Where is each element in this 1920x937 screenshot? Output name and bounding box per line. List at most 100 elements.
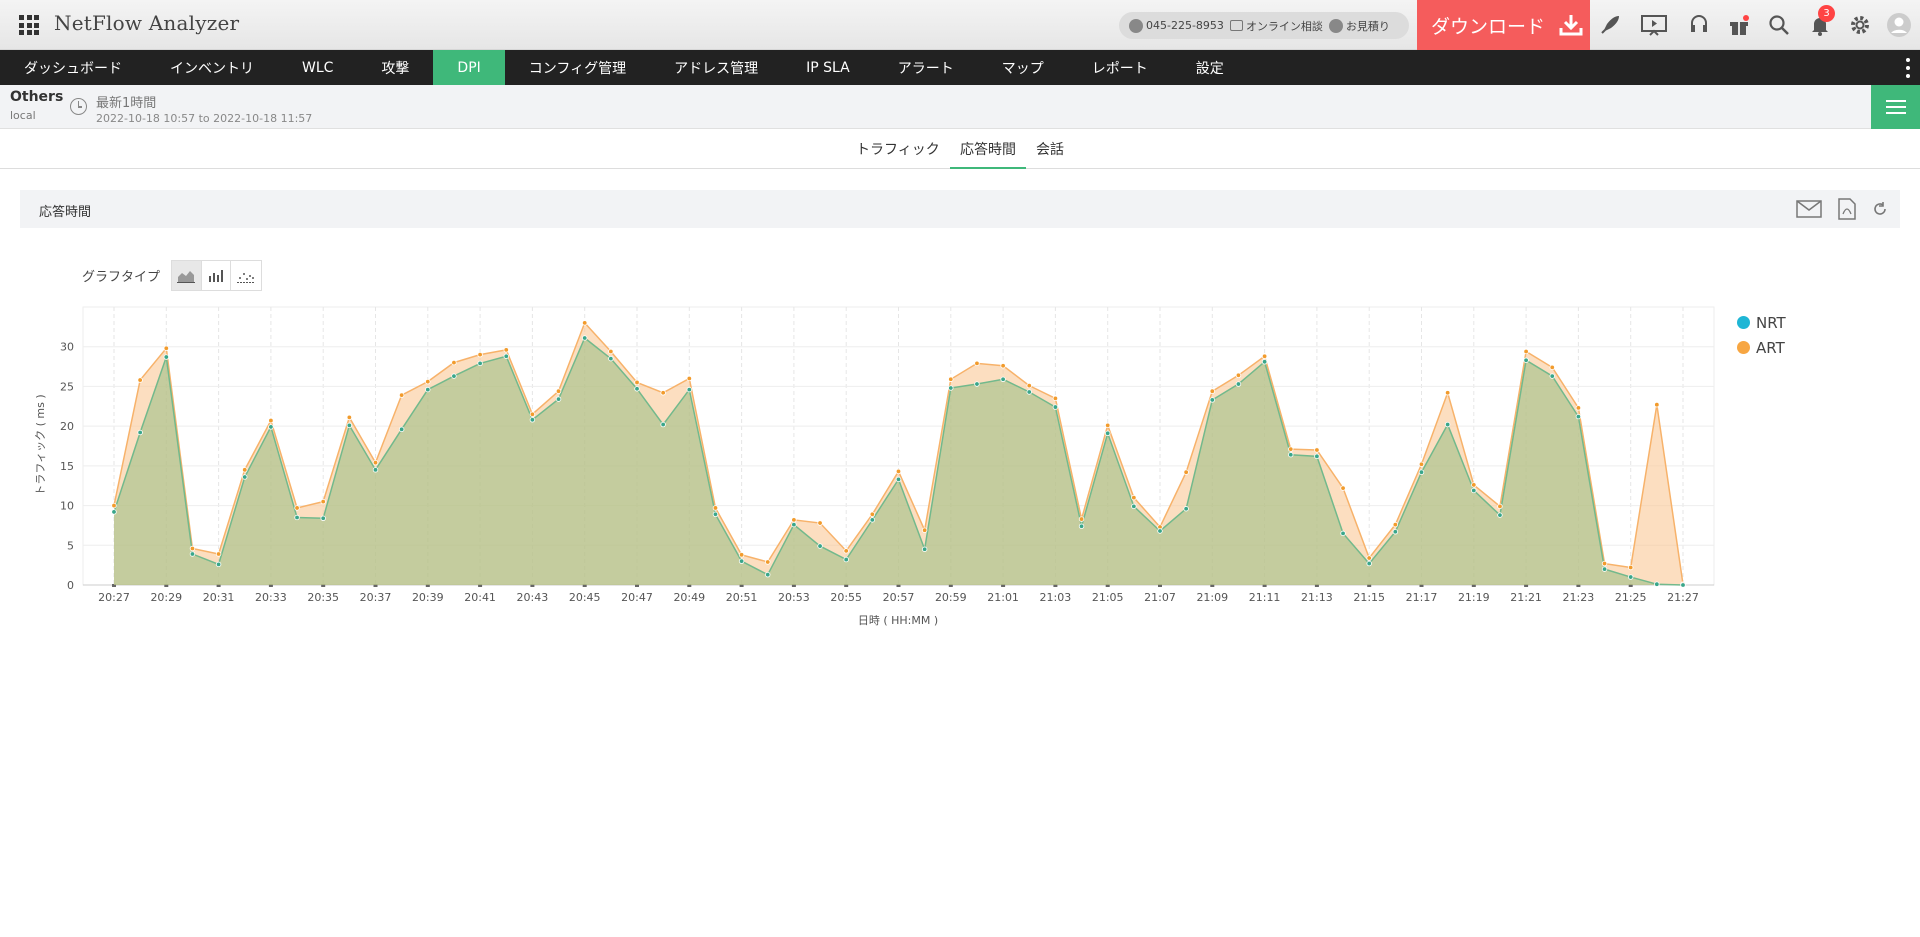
data-point-art[interactable]: [242, 467, 248, 473]
data-point-nrt[interactable]: [1340, 530, 1346, 537]
clock-icon[interactable]: [70, 98, 87, 115]
data-point-nrt[interactable]: [1183, 506, 1189, 512]
data-point-nrt[interactable]: [686, 386, 692, 393]
data-point-art[interactable]: [765, 559, 771, 565]
data-point-nrt[interactable]: [137, 429, 143, 436]
apps-grid-icon[interactable]: [19, 15, 39, 35]
data-point-nrt[interactable]: [1314, 453, 1320, 460]
user-avatar-icon[interactable]: [1886, 12, 1912, 38]
tab-conversation[interactable]: 会話: [1036, 139, 1064, 169]
data-point-nrt[interactable]: [1523, 357, 1529, 363]
data-point-nrt[interactable]: [398, 426, 405, 433]
data-point-nrt[interactable]: [1078, 523, 1085, 529]
data-point-nrt[interactable]: [268, 424, 274, 430]
data-point-art[interactable]: [451, 359, 457, 366]
data-point-art[interactable]: [372, 459, 379, 466]
data-point-nrt[interactable]: [163, 354, 169, 360]
data-point-art[interactable]: [1366, 555, 1372, 561]
data-point-nrt[interactable]: [1131, 503, 1137, 510]
data-point-nrt[interactable]: [1549, 373, 1555, 379]
data-point-nrt[interactable]: [634, 386, 640, 392]
nav-item-ipsla[interactable]: IP SLA: [782, 50, 874, 85]
phone-link[interactable]: 045-225-8953: [1129, 18, 1224, 33]
data-point-nrt[interactable]: [529, 417, 536, 423]
data-point-art[interactable]: [1471, 482, 1477, 488]
data-point-art[interactable]: [1261, 353, 1268, 359]
device-name[interactable]: Others: [10, 89, 63, 105]
data-point-art[interactable]: [1131, 494, 1137, 501]
data-point-art[interactable]: [215, 551, 222, 557]
data-point-nrt[interactable]: [1575, 413, 1582, 420]
gift-icon[interactable]: [1726, 12, 1752, 38]
data-point-art[interactable]: [608, 348, 614, 355]
data-point-art[interactable]: [1209, 388, 1215, 394]
data-point-art[interactable]: [1078, 516, 1085, 522]
data-point-nrt[interactable]: [582, 335, 588, 341]
data-point-art[interactable]: [425, 378, 431, 385]
data-point-art[interactable]: [346, 414, 353, 421]
data-point-art[interactable]: [791, 517, 797, 523]
data-point-art[interactable]: [1000, 363, 1006, 369]
data-point-nrt[interactable]: [817, 543, 823, 549]
quote-link[interactable]: お見積り: [1328, 18, 1390, 34]
pdf-icon[interactable]: [1838, 198, 1856, 224]
data-point-nrt[interactable]: [1627, 574, 1634, 580]
data-point-nrt[interactable]: [451, 373, 457, 379]
data-point-art[interactable]: [503, 347, 509, 353]
data-point-art[interactable]: [843, 548, 849, 554]
data-point-nrt[interactable]: [1157, 528, 1163, 534]
data-point-nrt[interactable]: [320, 515, 326, 521]
data-point-art[interactable]: [294, 505, 300, 511]
data-point-nrt[interactable]: [1235, 381, 1242, 387]
data-point-nrt[interactable]: [738, 558, 745, 564]
data-point-nrt[interactable]: [1444, 421, 1451, 428]
data-point-nrt[interactable]: [1026, 389, 1032, 395]
data-point-art[interactable]: [738, 552, 745, 558]
data-point-art[interactable]: [1575, 405, 1582, 411]
email-icon[interactable]: [1796, 200, 1822, 222]
data-point-art[interactable]: [1523, 348, 1529, 355]
data-point-nrt[interactable]: [555, 396, 562, 402]
tab-traffic[interactable]: トラフィック: [856, 139, 940, 169]
legend-item-art[interactable]: ART: [1737, 335, 1786, 360]
search-icon[interactable]: [1766, 12, 1792, 38]
data-point-nrt[interactable]: [712, 511, 719, 518]
data-point-art[interactable]: [974, 360, 980, 367]
hamburger-menu-button[interactable]: [1871, 85, 1920, 129]
nav-item-dashboard[interactable]: ダッシュボード: [0, 50, 146, 85]
data-point-nrt[interactable]: [1680, 582, 1686, 588]
data-point-nrt[interactable]: [895, 476, 902, 483]
data-point-art[interactable]: [712, 505, 719, 511]
data-point-nrt[interactable]: [1418, 469, 1425, 475]
data-point-nrt[interactable]: [921, 546, 928, 552]
nav-item-settings[interactable]: 設定: [1172, 50, 1248, 85]
data-point-nrt[interactable]: [242, 474, 248, 480]
data-point-nrt[interactable]: [974, 381, 980, 387]
data-point-art[interactable]: [582, 320, 588, 326]
download-button[interactable]: ダウンロード: [1417, 0, 1590, 50]
data-point-nrt[interactable]: [1392, 529, 1399, 535]
data-point-nrt[interactable]: [608, 355, 614, 362]
nav-item-config[interactable]: コンフィグ管理: [505, 50, 650, 85]
data-point-nrt[interactable]: [1104, 430, 1111, 436]
data-point-art[interactable]: [1497, 503, 1503, 510]
data-point-nrt[interactable]: [503, 353, 509, 359]
data-point-nrt[interactable]: [477, 360, 483, 367]
rocket-icon[interactable]: [1597, 12, 1623, 38]
data-point-art[interactable]: [320, 498, 326, 505]
data-point-nrt[interactable]: [843, 556, 849, 563]
data-point-art[interactable]: [1104, 422, 1111, 429]
more-menu-icon[interactable]: [1906, 58, 1910, 78]
data-point-art[interactable]: [1288, 446, 1294, 452]
nav-item-dpi[interactable]: DPI: [433, 50, 505, 85]
data-point-nrt[interactable]: [791, 521, 797, 528]
data-point-nrt[interactable]: [1261, 359, 1268, 365]
data-point-nrt[interactable]: [1366, 560, 1372, 567]
data-point-nrt[interactable]: [869, 517, 876, 523]
online-consult-link[interactable]: オンライン相談: [1229, 18, 1323, 34]
data-point-art[interactable]: [555, 388, 562, 394]
data-point-art[interactable]: [1183, 469, 1189, 475]
data-point-art[interactable]: [1026, 382, 1032, 389]
data-point-art[interactable]: [1314, 447, 1320, 453]
data-point-nrt[interactable]: [111, 509, 117, 515]
